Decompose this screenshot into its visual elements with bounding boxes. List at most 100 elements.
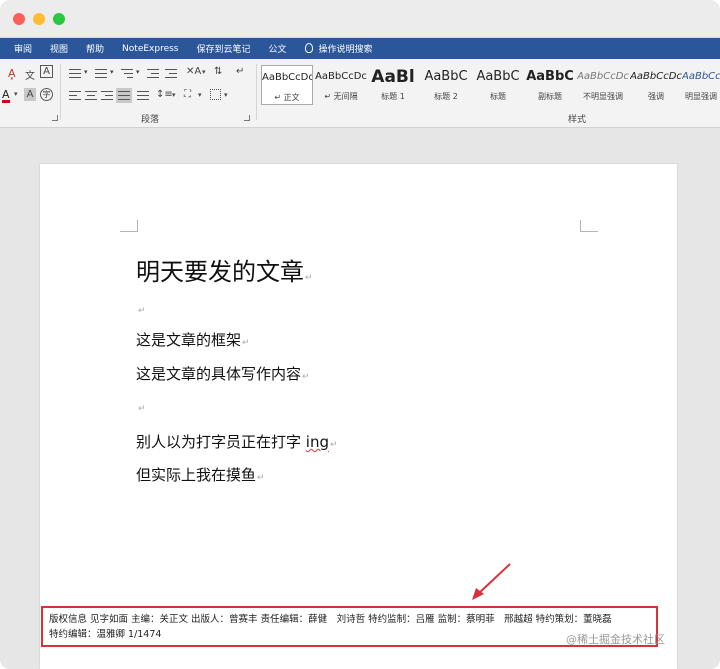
style-name: 标题 xyxy=(490,92,506,101)
tab-save-to-cloud-notes[interactable]: 保存到云笔记 xyxy=(197,42,251,55)
chinese-layout-icon[interactable]: ✕A xyxy=(186,66,201,77)
ribbon-tab-bar: 审阅 视图 帮助 NoteExpress 保存到云笔记 公文 操作说明搜索 xyxy=(0,38,720,59)
styles-group-label: 样式 xyxy=(568,115,587,125)
font-color-icon[interactable]: A xyxy=(2,89,10,103)
document-page[interactable]: 明天要发的文章↵ ↵ 这是文章的框架↵ 这是文章的具体写作内容↵ ↵ 别人以为打… xyxy=(40,164,677,669)
style-name: 强调 xyxy=(648,92,664,101)
tab-review[interactable]: 审阅 xyxy=(14,42,32,55)
borders-icon[interactable] xyxy=(210,89,221,100)
align-right-icon[interactable] xyxy=(100,90,114,102)
style-name: ↵ 正文 xyxy=(274,93,300,102)
multilevel-list-icon[interactable] xyxy=(120,67,134,79)
paragraph-dialog-launcher-icon[interactable] xyxy=(244,115,250,121)
style-title[interactable]: AaBbC 标题 xyxy=(472,65,524,105)
style-sample: AaBbCcDc xyxy=(630,71,682,82)
style-subtitle[interactable]: AaBbC 副标题 xyxy=(524,65,576,105)
align-left-icon[interactable] xyxy=(68,90,82,102)
paragraph-group-label: 段落 xyxy=(141,115,160,125)
chinese-layout-dropdown-icon[interactable]: ▾ xyxy=(202,68,206,76)
minimize-window-button[interactable] xyxy=(33,13,45,25)
style-intense-emphasis[interactable]: AaBbCcDc 明显强调 xyxy=(682,65,720,105)
shading-dropdown-icon[interactable]: ▾ xyxy=(198,91,202,99)
style-sample: AaBbC xyxy=(476,69,520,84)
style-sample: AaBbC xyxy=(526,69,574,84)
style-name: ↵ 无间隔 xyxy=(324,92,358,101)
borders-dropdown-icon[interactable]: ▾ xyxy=(224,91,228,99)
style-sample: AaBbCcDc xyxy=(315,71,367,82)
paragraph-line-4[interactable]: 但实际上我在摸鱼↵ xyxy=(136,464,265,485)
style-heading-2[interactable]: AaBbC 标题 2 xyxy=(420,65,472,105)
zoom-window-button[interactable] xyxy=(53,13,65,25)
tab-noteexpress[interactable]: NoteExpress xyxy=(122,44,178,54)
style-heading-1[interactable]: AaBl 标题 1 xyxy=(367,65,419,105)
document-heading[interactable]: 明天要发的文章↵ xyxy=(136,252,313,287)
paragraph-text: 但实际上我在摸鱼 xyxy=(136,466,257,484)
style-sample: AaBbCcDc xyxy=(682,71,720,82)
paragraph-line-3[interactable]: 别人以为打字员正在打字 ing↵ xyxy=(136,431,338,452)
paragraph-text: 这是文章的具体写作内容 xyxy=(136,365,302,383)
style-sample: AaBbC xyxy=(424,69,468,84)
bullets-icon[interactable] xyxy=(68,67,82,79)
paragraph-mark: ↵ xyxy=(242,338,250,348)
tab-help[interactable]: 帮助 xyxy=(86,42,104,55)
character-border-icon[interactable]: A xyxy=(40,65,53,78)
red-arrow-icon xyxy=(472,563,511,600)
tab-view[interactable]: 视图 xyxy=(50,42,68,55)
paragraph-mark: ↵ xyxy=(329,440,338,450)
paragraph-mark: ↵ xyxy=(257,473,265,483)
align-center-icon[interactable] xyxy=(84,90,98,102)
style-name: 标题 2 xyxy=(434,92,458,101)
line-spacing-dropdown-icon[interactable]: ▾ xyxy=(172,91,176,99)
tell-me-search[interactable]: 操作说明搜索 xyxy=(304,42,373,55)
enclose-characters-icon[interactable]: 字 xyxy=(40,88,53,101)
style-name: 明显强调 xyxy=(685,92,717,101)
bullets-dropdown-icon[interactable]: ▾ xyxy=(84,68,88,76)
style-sample: AaBbCcDc xyxy=(577,71,629,82)
text-effects-icon[interactable]: A͓ xyxy=(8,67,16,80)
ribbon-home: A͓ 文 A A ▾ A 字 ▾ ▾ ▾ ✕A ▾ ⇅ ↵ ↕≡ ▾ ⛶ ▾ ▾… xyxy=(0,59,720,128)
decrease-indent-icon[interactable] xyxy=(146,67,160,79)
paragraph-line-2[interactable]: 这是文章的具体写作内容↵ xyxy=(136,363,310,384)
title-bar xyxy=(0,0,720,38)
style-emphasis[interactable]: AaBbCcDc 强调 xyxy=(630,65,682,105)
line-spacing-icon[interactable]: ↕≡ xyxy=(156,89,173,100)
justify-icon[interactable] xyxy=(116,88,132,103)
paragraph-mark: ↵ xyxy=(302,372,310,382)
style-name: 不明显强调 xyxy=(583,92,623,101)
empty-paragraph-mark: ↵ xyxy=(138,404,146,414)
style-sample: AaBbCcDc xyxy=(262,72,313,83)
character-shading-icon[interactable]: A xyxy=(24,88,36,101)
increase-indent-icon[interactable] xyxy=(164,67,178,79)
spelling-error-word[interactable]: ing xyxy=(306,433,329,451)
paragraph-line-1[interactable]: 这是文章的框架↵ xyxy=(136,329,250,350)
style-subtle-emphasis[interactable]: AaBbCcDc 不明显强调 xyxy=(577,65,629,105)
paragraph-text: 这是文章的框架 xyxy=(136,331,242,349)
group-separator xyxy=(60,64,61,120)
style-no-spacing[interactable]: AaBbCcDc ↵ 无间隔 xyxy=(315,65,367,105)
show-formatting-marks-icon[interactable]: ↵ xyxy=(236,66,244,77)
sort-icon[interactable]: ⇅ xyxy=(214,66,222,77)
copyright-line-1: 版权信息 见字如面 主编：关正文 出版人：曾赛丰 责任编辑：薛健 刘诗哲 特约监… xyxy=(49,614,612,625)
phonetic-guide-icon[interactable]: 文 xyxy=(25,67,35,82)
close-window-button[interactable] xyxy=(13,13,25,25)
empty-paragraph-mark: ↵ xyxy=(138,306,146,316)
watermark: @稀土掘金技术社区 xyxy=(566,633,665,646)
document-canvas: 明天要发的文章↵ ↵ 这是文章的框架↵ 这是文章的具体写作内容↵ ↵ 别人以为打… xyxy=(0,128,720,669)
paragraph-mark: ↵ xyxy=(305,273,313,283)
numbering-dropdown-icon[interactable]: ▾ xyxy=(110,68,114,76)
font-color-dropdown-icon[interactable]: ▾ xyxy=(14,90,18,98)
margin-corner-top-right xyxy=(580,220,598,232)
lightbulb-icon xyxy=(304,43,313,53)
heading-text: 明天要发的文章 xyxy=(136,258,304,286)
style-name: 副标题 xyxy=(538,92,562,101)
style-normal[interactable]: AaBbCcDc ↵ 正文 xyxy=(261,65,313,105)
margin-corner-top-left xyxy=(120,220,138,232)
tell-me-label: 操作说明搜索 xyxy=(318,45,373,55)
font-dialog-launcher-icon[interactable] xyxy=(52,115,58,121)
multilevel-dropdown-icon[interactable]: ▾ xyxy=(136,68,140,76)
numbering-icon[interactable] xyxy=(94,67,108,79)
distributed-icon[interactable] xyxy=(136,90,150,102)
group-separator xyxy=(256,64,257,120)
shading-icon[interactable]: ⛶ xyxy=(184,89,191,100)
tab-official-document[interactable]: 公文 xyxy=(269,42,287,55)
